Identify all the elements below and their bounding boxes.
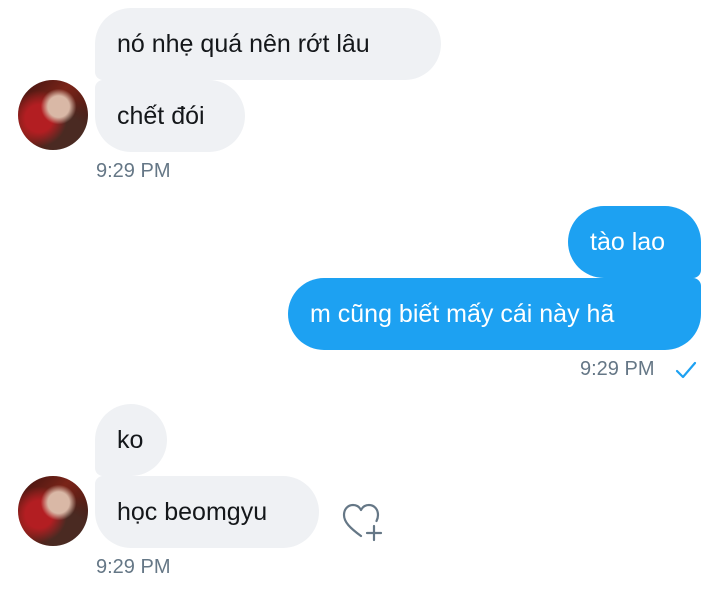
received-message[interactable]: nó nhẹ quá nên rớt lâu — [95, 8, 441, 80]
received-message[interactable]: học beomgyu — [95, 476, 319, 548]
message-text: tào lao — [590, 227, 666, 256]
heart-plus-icon[interactable] — [340, 500, 386, 544]
message-text: ko — [117, 425, 144, 454]
sent-message[interactable]: tào lao — [568, 206, 701, 278]
message-timestamp: 9:29 PM — [580, 358, 655, 380]
received-message[interactable]: ko — [95, 404, 167, 476]
check-icon — [675, 361, 697, 379]
sent-message[interactable]: m cũng biết mấy cái này hã — [288, 278, 701, 350]
message-text: học beomgyu — [117, 497, 268, 526]
message-text: nó nhẹ quá nên rớt lâu — [117, 29, 370, 58]
user-avatar[interactable] — [18, 80, 88, 150]
user-avatar[interactable] — [18, 476, 88, 546]
message-timestamp: 9:29 PM — [96, 556, 171, 578]
message-text: m cũng biết mấy cái này hã — [310, 299, 615, 328]
message-text: chết đói — [117, 101, 205, 130]
message-timestamp: 9:29 PM — [96, 160, 171, 182]
received-message[interactable]: chết đói — [95, 80, 245, 152]
